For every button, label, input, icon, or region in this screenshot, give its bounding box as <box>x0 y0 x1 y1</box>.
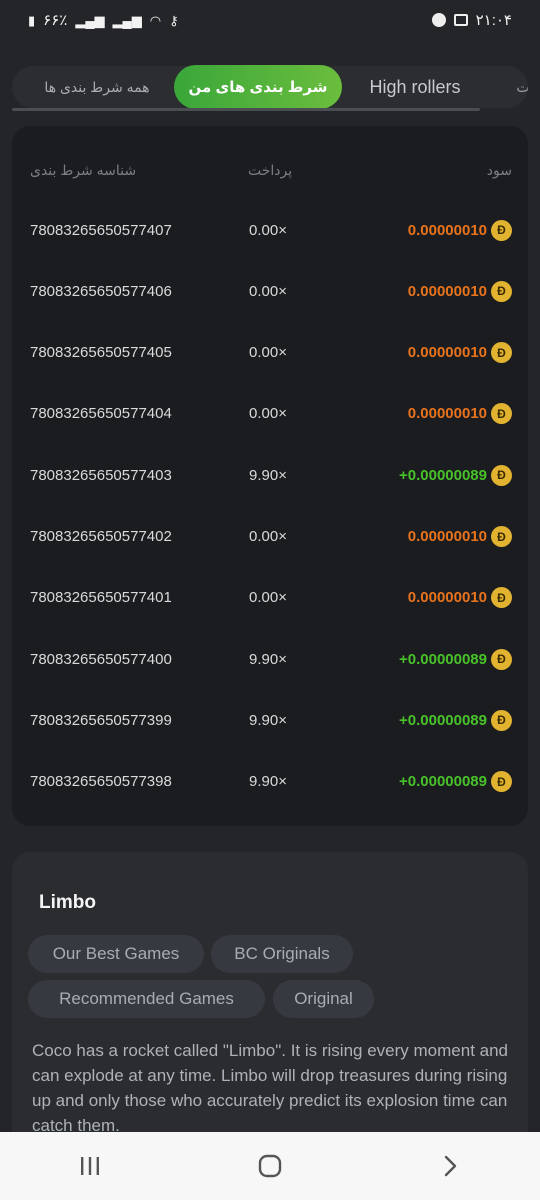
table-row[interactable]: 78083265650577401 0.00× 0.00000010 Đ <box>12 578 528 618</box>
table-row[interactable]: 78083265650577402 0.00× 0.00000010 Đ <box>12 517 528 557</box>
home-button[interactable] <box>240 1146 300 1186</box>
tab-my-bets[interactable]: شرط بندی های من <box>174 65 342 109</box>
bet-id: 78083265650577401 <box>30 589 172 607</box>
bet-id: 78083265650577398 <box>30 773 172 791</box>
game-description: Coco has a rocket called "Limbo". It is … <box>32 1041 508 1135</box>
bet-profit: 0.00000010 Đ <box>407 403 512 425</box>
header-bet-id: شناسه شرط بندی <box>30 162 137 178</box>
bet-id: 78083265650577404 <box>30 405 172 423</box>
tag-original[interactable]: Original <box>273 980 374 1018</box>
table-row[interactable]: 78083265650577404 0.00× 0.00000010 Đ <box>12 394 528 434</box>
table-row[interactable]: 78083265650577403 9.90× +0.00000089 Đ <box>12 455 528 495</box>
game-title: Limbo <box>39 892 96 913</box>
recents-icon <box>81 1157 99 1175</box>
tab-all-bets[interactable]: همه شرط بندی ها <box>22 66 172 108</box>
home-icon <box>258 1154 282 1178</box>
table-header: شناسه شرط بندی پرداخت سود <box>12 162 528 182</box>
coin-icon: Đ <box>491 403 512 425</box>
table-row[interactable]: 78083265650577406 0.00× 0.00000010 Đ <box>12 271 528 311</box>
profit-amount: 0.00000010 <box>407 405 487 423</box>
key-icon: ⚷ <box>169 12 179 28</box>
coin-icon: Đ <box>491 771 512 793</box>
bet-id: 78083265650577407 <box>30 221 172 239</box>
bet-profit: +0.00000089 Đ <box>398 771 512 793</box>
tag-bc-originals[interactable]: BC Originals <box>211 935 353 973</box>
bet-id: 78083265650577400 <box>30 650 172 668</box>
bet-profit: +0.00000089 Đ <box>398 648 512 670</box>
bet-tabs: همه شرط بندی ها High rollers ت شرط بندی … <box>12 65 528 112</box>
app-notification-icon <box>431 13 446 27</box>
battery-icon: ▮ <box>28 12 36 28</box>
tag-our-best-games[interactable]: Our Best Games <box>28 935 204 973</box>
header-profit: سود <box>486 162 512 178</box>
bet-id: 78083265650577405 <box>30 344 172 362</box>
bet-profit: 0.00000010 Đ <box>407 587 512 609</box>
signal-icon: ▂▄▆ <box>75 12 105 28</box>
bet-payout: 0.00× <box>249 589 287 607</box>
profit-amount: +0.00000089 <box>398 711 487 729</box>
bet-payout: 9.90× <box>249 466 287 484</box>
bet-id: 78083265650577403 <box>30 466 172 484</box>
bet-payout: 9.90× <box>249 711 287 729</box>
bet-profit: 0.00000010 Đ <box>408 526 512 547</box>
bet-payout: 0.00× <box>249 528 287 545</box>
profit-amount: 0.00000010 <box>407 528 487 545</box>
table-row[interactable]: 78083265650577407 0.00× 0.00000010 Đ <box>12 210 528 250</box>
tab-high-rollers[interactable]: High rollers <box>350 66 480 108</box>
status-left: ۲۱:۰۴ <box>431 11 512 29</box>
profit-amount: 0.00000010 <box>407 221 487 239</box>
bet-payout: 0.00× <box>249 405 287 423</box>
bet-profit: 0.00000010 Đ <box>407 342 512 364</box>
clock: ۲۱:۰۴ <box>475 12 512 29</box>
bet-id: 78083265650577406 <box>30 282 172 300</box>
bet-payout: 9.90× <box>249 650 287 668</box>
header-payout: پرداخت <box>248 162 293 178</box>
gallery-icon <box>453 14 468 26</box>
coin-icon: Đ <box>491 526 512 547</box>
coin-icon: Đ <box>491 280 512 302</box>
tabs-scrollbar[interactable] <box>12 108 480 111</box>
status-right: ▮ ۶۶٪ ▂▄▆ ▂▄▆ ◠ ⚷ <box>28 11 179 29</box>
profit-amount: 0.00000010 <box>407 344 487 362</box>
coin-icon: Đ <box>491 587 512 609</box>
coin-icon: Đ <box>491 709 512 731</box>
profit-amount: +0.00000089 <box>398 466 487 484</box>
chevron-right-icon <box>444 1155 457 1177</box>
profit-amount: +0.00000089 <box>398 650 487 668</box>
coin-icon: Đ <box>491 342 512 364</box>
table-row[interactable]: 78083265650577398 9.90× +0.00000089 Đ <box>12 762 528 802</box>
bet-id: 78083265650577402 <box>30 528 172 545</box>
bet-payout: 0.00× <box>249 282 287 300</box>
bet-profit: 0.00000010 Đ <box>407 280 512 302</box>
bet-profit: 0.00000010 Đ <box>407 219 512 241</box>
bet-payout: 0.00× <box>249 221 287 239</box>
bet-payout: 9.90× <box>249 773 287 791</box>
table-row[interactable]: 78083265650577399 9.90× +0.00000089 Đ <box>12 700 528 740</box>
coin-icon: Đ <box>491 219 512 241</box>
battery-level: ۶۶٪ <box>43 12 68 29</box>
game-info-card: Limbo Our Best Games BC Originals Recomm… <box>12 852 528 1152</box>
bet-id: 78083265650577399 <box>30 711 172 729</box>
system-nav-bar <box>0 1132 540 1200</box>
my-bets-table: شناسه شرط بندی پرداخت سود 78083265650577… <box>12 126 528 826</box>
tag-recommended-games[interactable]: Recommended Games <box>28 980 265 1018</box>
back-button[interactable] <box>420 1146 480 1186</box>
profit-amount: +0.00000089 <box>398 773 487 791</box>
profit-amount: 0.00000010 <box>407 589 487 607</box>
coin-icon: Đ <box>491 648 512 670</box>
status-bar: ▮ ۶۶٪ ▂▄▆ ▂▄▆ ◠ ⚷ ۲۱:۰۴ <box>0 0 540 40</box>
recent-apps-button[interactable] <box>60 1146 120 1186</box>
bet-profit: +0.00000089 Đ <box>398 709 512 731</box>
wifi-icon: ◠ <box>149 12 162 28</box>
tab-overflow[interactable]: ت <box>508 66 528 108</box>
bet-payout: 0.00× <box>249 344 287 362</box>
table-row[interactable]: 78083265650577400 9.90× +0.00000089 Đ <box>12 639 528 679</box>
coin-icon: Đ <box>491 464 512 486</box>
table-row[interactable]: 78083265650577405 0.00× 0.00000010 Đ <box>12 333 528 373</box>
signal-2-icon: ▂▄▆ <box>112 12 142 28</box>
bet-profit: +0.00000089 Đ <box>398 464 512 486</box>
profit-amount: 0.00000010 <box>407 282 487 300</box>
